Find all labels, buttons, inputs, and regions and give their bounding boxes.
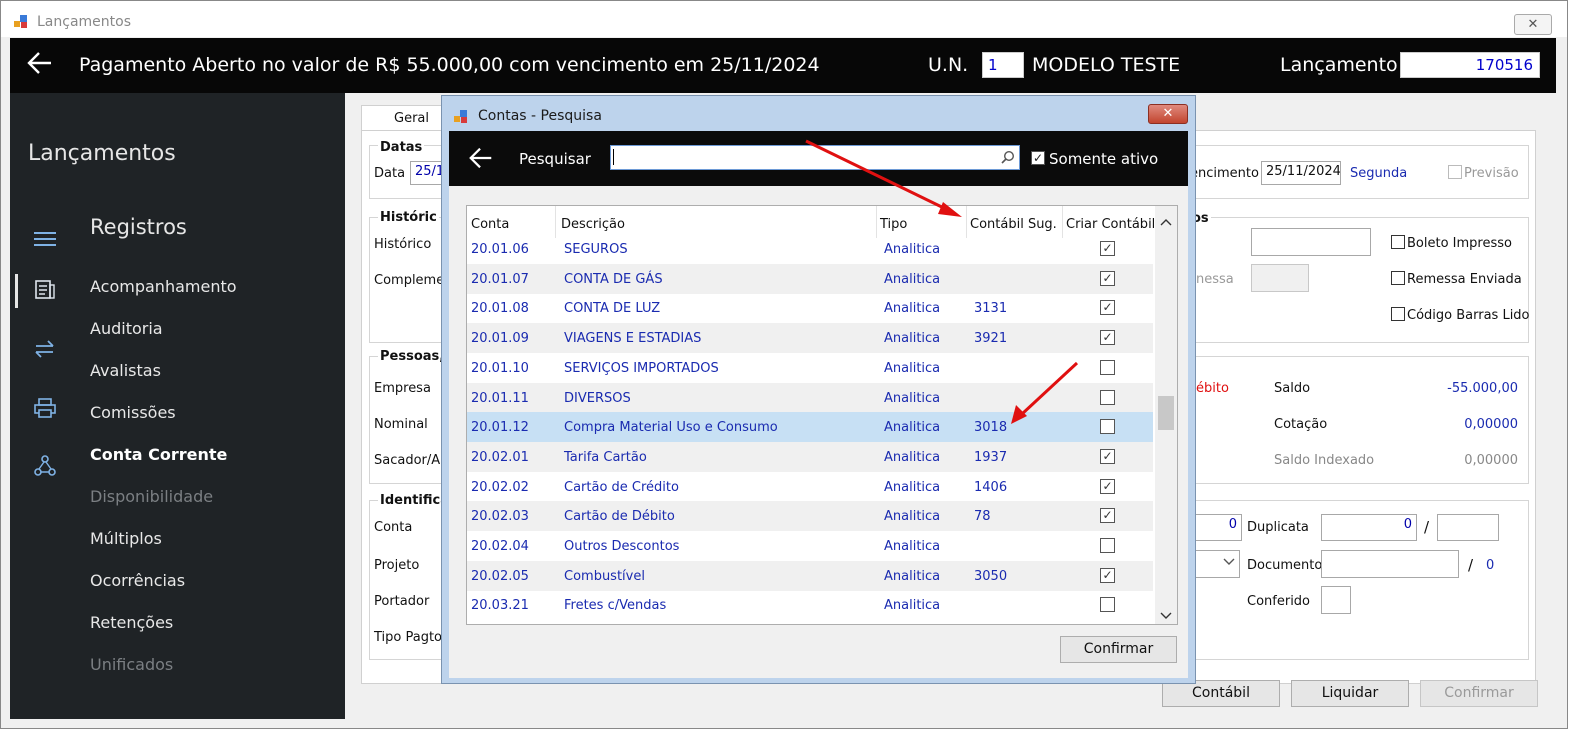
annotation-arrowhead-1: [938, 202, 962, 217]
annotation-arrows: [805, 139, 1079, 424]
annotation-arrowhead-2: [1011, 405, 1027, 424]
annotation-arrow-2: [1020, 361, 1079, 416]
annotation-arrow-1: [805, 139, 951, 213]
